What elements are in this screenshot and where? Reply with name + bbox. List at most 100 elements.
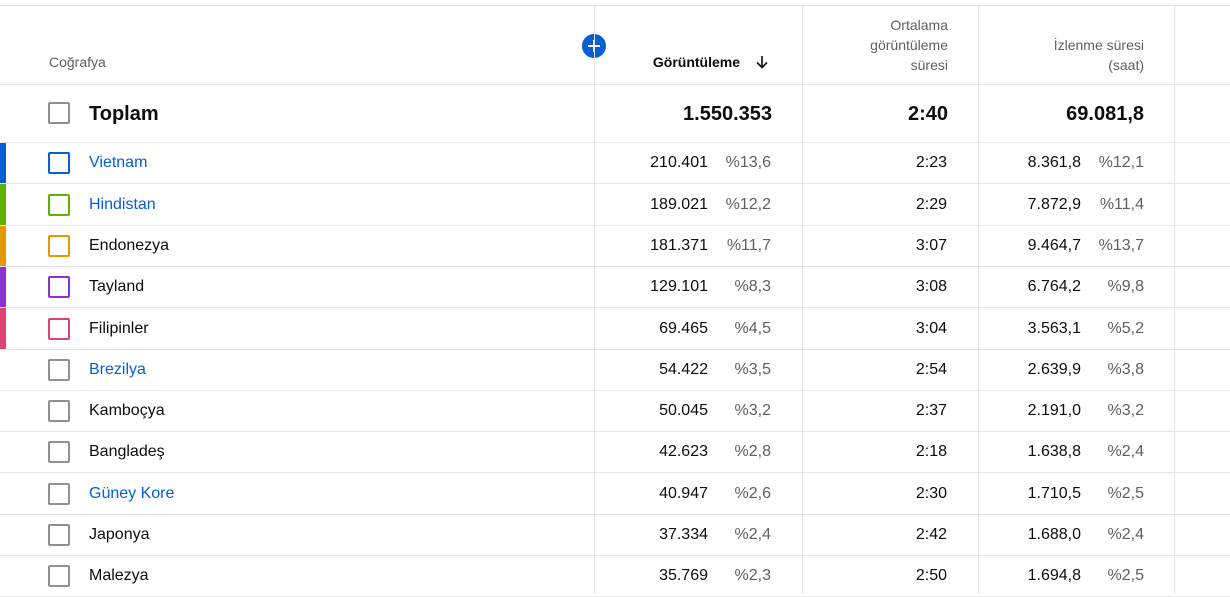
views-percent: %3,2 [734, 402, 771, 419]
views-value: 37.334 [659, 526, 708, 543]
watch-time-percent: %2,5 [1107, 485, 1144, 502]
table-row[interactable]: Bangladeş 42.623 %2,8 2:18 1.638,8 %2,4 [0, 432, 1230, 473]
avg-header-line2: görüntüleme [870, 37, 948, 53]
column-divider [594, 5, 595, 594]
table-row[interactable]: Malezya 35.769 %2,3 2:50 1.694,8 %2,5 [0, 556, 1230, 597]
avg-duration-value: 2:23 [915, 154, 947, 171]
watch-time-value: 1.694,8 [1027, 567, 1081, 584]
watch-time-percent: %2,4 [1107, 526, 1144, 543]
series-color-indicator [0, 308, 6, 349]
table-row[interactable]: Endonezya 181.371 %11,7 3:07 9.464,7 %13,7 [0, 226, 1230, 267]
watch-time-percent: %5,2 [1107, 320, 1144, 337]
column-header-watch-time[interactable]: İzlenme süresi (saat) [974, 35, 1144, 75]
watch-time-percent: %3,8 [1107, 361, 1144, 378]
views-percent: %2,8 [734, 443, 771, 460]
avg-duration-value: 2:29 [915, 196, 947, 213]
table-row[interactable]: Filipinler 69.465 %4,5 3:04 3.563,1 %5,2 [0, 308, 1230, 350]
views-percent: %11,7 [726, 237, 771, 254]
views-percent: %3,5 [734, 361, 771, 378]
watch-time-value: 2.191,0 [1027, 402, 1081, 419]
column-divider [1174, 5, 1175, 594]
arrow-down-icon [754, 54, 770, 70]
total-views: 1.550.353 [683, 103, 772, 125]
watch-time-value: 9.464,7 [1027, 237, 1081, 254]
watch-time-value: 7.872,9 [1027, 196, 1081, 213]
avg-duration-value: 2:37 [915, 402, 947, 419]
country-name[interactable]: Güney Kore [89, 484, 174, 504]
country-name: Filipinler [89, 320, 149, 337]
country-name: Kamboçya [89, 402, 165, 419]
row-checkbox[interactable] [48, 276, 70, 298]
country-name[interactable]: Hindistan [89, 195, 156, 215]
views-value: 181.371 [650, 237, 708, 254]
views-value: 35.769 [659, 567, 708, 584]
avg-duration-value: 2:18 [915, 443, 947, 460]
avg-duration-value: 3:07 [915, 237, 947, 254]
table-row[interactable]: Kamboçya 50.045 %3,2 2:37 2.191,0 %3,2 [0, 391, 1230, 432]
table-row[interactable]: Tayland 129.101 %8,3 3:08 6.764,2 %9,8 [0, 267, 1230, 308]
watch-header-line1: İzlenme süresi [1053, 37, 1144, 53]
watch-time-percent: %3,2 [1107, 402, 1144, 419]
watch-time-value: 6.764,2 [1027, 278, 1081, 295]
views-percent: %13,6 [725, 154, 771, 171]
country-name: Bangladeş [89, 443, 165, 460]
avg-duration-value: 3:08 [915, 278, 947, 295]
row-checkbox[interactable] [48, 524, 70, 546]
views-value: 54.422 [659, 361, 708, 378]
views-percent: %12,2 [725, 196, 771, 213]
table-row[interactable]: Vietnam 210.401 %13,6 2:23 8.361,8 %12,1 [0, 143, 1230, 184]
row-checkbox[interactable] [48, 235, 70, 257]
views-value: 40.947 [659, 485, 708, 502]
row-checkbox[interactable] [48, 565, 70, 587]
series-color-indicator [0, 143, 6, 183]
watch-time-percent: %12,1 [1098, 154, 1144, 171]
watch-time-value: 8.361,8 [1027, 154, 1081, 171]
watch-time-value: 1.638,8 [1027, 443, 1081, 460]
column-divider [978, 5, 979, 594]
total-watch-time: 69.081,8 [1066, 103, 1144, 125]
row-checkbox[interactable] [48, 194, 70, 216]
column-header-geography[interactable]: Coğrafya [49, 52, 106, 72]
views-value: 69.465 [659, 320, 708, 337]
total-avg-duration: 2:40 [907, 103, 948, 125]
views-value: 42.623 [659, 443, 708, 460]
watch-header-line2: (saat) [1108, 57, 1144, 73]
avg-duration-value: 2:50 [915, 567, 947, 584]
country-name: Endonezya [89, 237, 170, 254]
watch-time-percent: %9,8 [1107, 278, 1144, 295]
column-header-views-label: Görüntüleme [652, 54, 740, 70]
views-percent: %2,3 [734, 567, 771, 584]
table-row[interactable]: Hindistan 189.021 %12,2 2:29 7.872,9 %11,4 [0, 184, 1230, 226]
row-checkbox[interactable] [48, 483, 70, 505]
row-checkbox[interactable] [48, 318, 70, 340]
row-checkbox[interactable] [48, 400, 70, 422]
series-color-indicator [0, 267, 6, 307]
country-name[interactable]: Brezilya [89, 360, 146, 380]
series-color-indicator [0, 184, 6, 225]
country-name: Tayland [89, 278, 145, 295]
country-name[interactable]: Vietnam [89, 153, 147, 173]
avg-duration-value: 2:30 [915, 485, 947, 502]
avg-header-line1: Ortalama [890, 17, 948, 33]
total-row: Toplam 1.550.353 2:40 69.081,8 [0, 85, 1230, 143]
row-checkbox[interactable] [48, 359, 70, 381]
total-checkbox[interactable] [48, 102, 70, 124]
views-value: 129.101 [650, 278, 708, 295]
watch-time-value: 1.710,5 [1027, 485, 1081, 502]
column-header-avg-view-duration[interactable]: Ortalama görüntüleme süresi [788, 15, 948, 75]
column-header-views[interactable]: Görüntüleme [653, 52, 770, 72]
watch-time-value: 3.563,1 [1027, 320, 1081, 337]
table-row[interactable]: Güney Kore 40.947 %2,6 2:30 1.710,5 %2,5 [0, 473, 1230, 515]
country-name: Japonya [89, 526, 150, 543]
table-row[interactable]: Japonya 37.334 %2,4 2:42 1.688,0 %2,4 [0, 515, 1230, 556]
country-name: Malezya [89, 567, 149, 584]
row-checkbox[interactable] [48, 152, 70, 174]
avg-duration-value: 2:54 [915, 361, 947, 378]
views-percent: %2,6 [734, 485, 771, 502]
avg-header-line3: süresi [910, 57, 948, 73]
table-row[interactable]: Brezilya 54.422 %3,5 2:54 2.639,9 %3,8 [0, 350, 1230, 391]
table-header: Coğrafya Görüntüleme Ortalama görüntülem… [0, 5, 1230, 85]
row-checkbox[interactable] [48, 441, 70, 463]
column-divider [802, 5, 803, 594]
views-value: 189.021 [650, 196, 708, 213]
